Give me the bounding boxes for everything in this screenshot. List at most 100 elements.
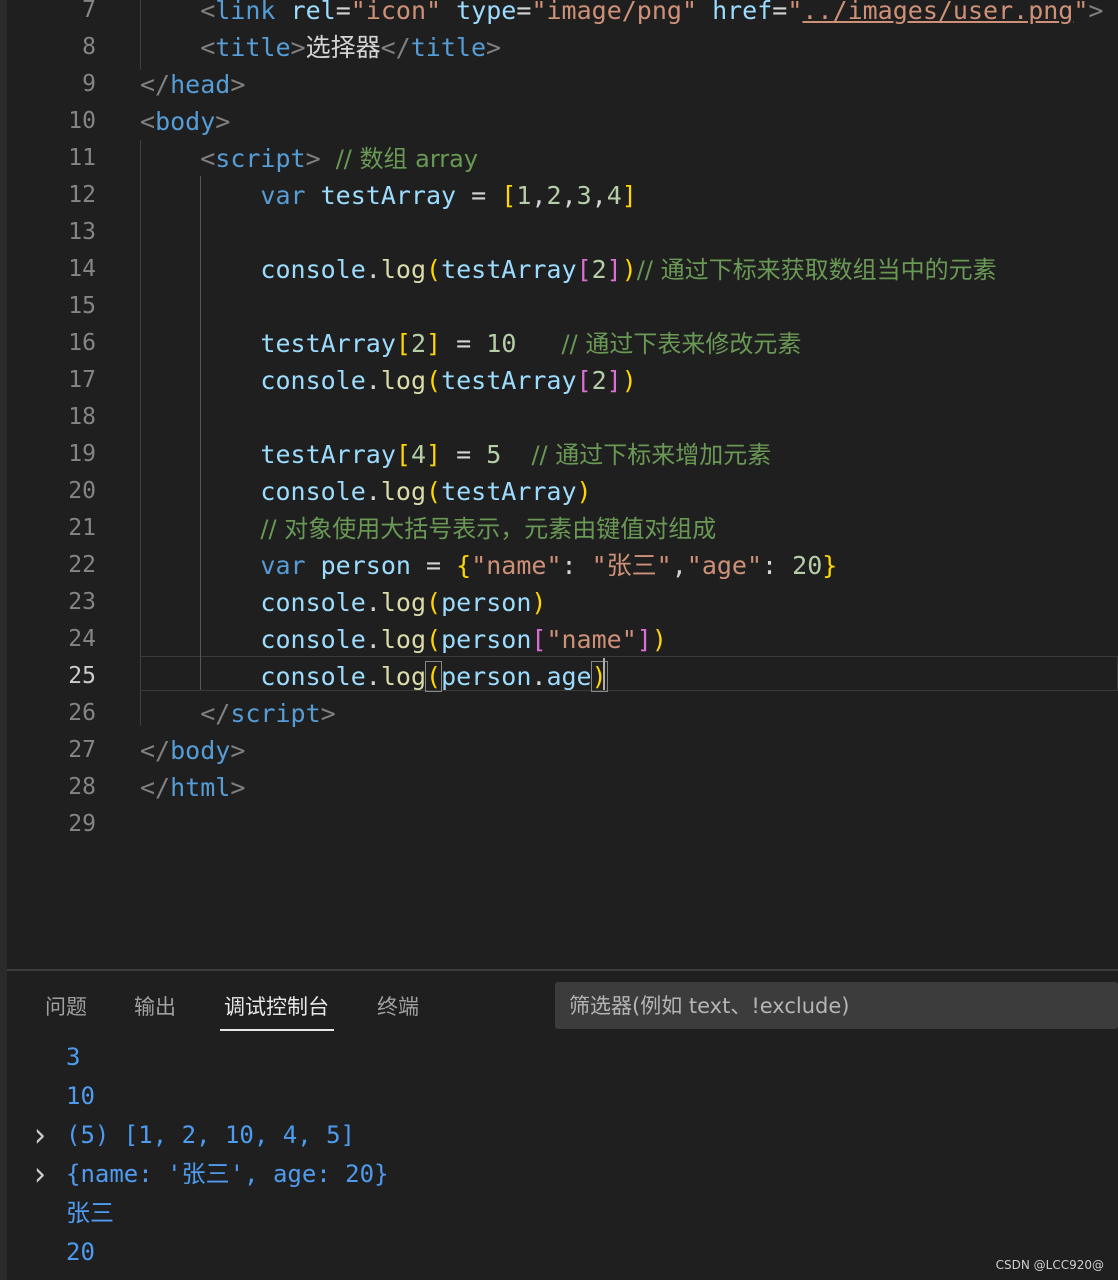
code-token: 2 xyxy=(591,255,607,284)
line-number: 26 xyxy=(68,700,96,726)
tab-problems[interactable]: 问题 xyxy=(45,991,87,1021)
code-token: person xyxy=(441,588,532,617)
code-token: console xyxy=(260,625,366,654)
code-line[interactable]: </script> xyxy=(140,695,335,732)
line-number: 18 xyxy=(68,404,96,430)
code-token: , xyxy=(561,181,577,210)
console-filter-input[interactable] xyxy=(555,982,1118,1029)
code-token: 4 xyxy=(410,440,427,469)
bottom-panel: 问题 输出 调试控制台 终端 3 10 › (5) [1, 2, 10, 4, 5] ›… xyxy=(7,971,1118,1280)
console-output-line[interactable]: {name: '张三', age: 20} xyxy=(66,1155,389,1194)
code-token: testArray xyxy=(260,440,396,469)
code-token: type xyxy=(456,0,517,25)
code-token: > xyxy=(230,773,246,802)
line-number: 23 xyxy=(68,589,96,615)
code-token: testArray xyxy=(441,366,577,395)
code-token: </ xyxy=(140,736,171,765)
code-token: // 通过下标来获取数组当中的元素 xyxy=(636,256,997,284)
expand-chevron-icon[interactable]: › xyxy=(34,1114,46,1157)
tab-output[interactable]: 输出 xyxy=(134,991,176,1021)
code-token: < xyxy=(200,33,216,62)
code-line[interactable]: console.log(testArray[2]) xyxy=(140,362,636,399)
code-token: 2 xyxy=(591,366,607,395)
expand-chevron-icon[interactable]: › xyxy=(34,1153,46,1196)
code-line[interactable]: // 对象使用大括号表示，元素由键值对组成 xyxy=(140,510,716,547)
code-line[interactable]: console.log(testArray[2])// 通过下标来获取数组当中的… xyxy=(140,251,997,288)
code-token: " xyxy=(1073,0,1089,25)
code-token: ] xyxy=(426,329,442,358)
code-token: ( xyxy=(426,588,442,617)
code-token: </ xyxy=(200,699,231,728)
code-line[interactable]: testArray[2] = 10 // 通过下表来修改元素 xyxy=(140,325,801,362)
code-token: , xyxy=(591,181,607,210)
code-token: script xyxy=(230,699,321,728)
code-token: head xyxy=(170,70,231,99)
code-token: > xyxy=(230,736,246,765)
code-line[interactable]: var testArray = [1,2,3,4] xyxy=(140,177,636,214)
code-token: ( xyxy=(426,366,442,395)
code-editor[interactable]: 7 8 9 10 11 12 13 14 15 16 17 18 19 20 21 22 23 24 25 26 27 2… xyxy=(7,0,1118,970)
code-line[interactable]: </body> xyxy=(140,732,245,769)
line-number: 9 xyxy=(82,71,96,97)
code-line[interactable]: testArray[4] = 5 // 通过下标来增加元素 xyxy=(140,436,771,473)
code-token: 2 xyxy=(546,181,562,210)
code-token: > xyxy=(305,144,321,173)
code-line[interactable]: <script> // 数组 array xyxy=(140,140,478,177)
code-token: } xyxy=(822,551,838,580)
line-number: 12 xyxy=(68,182,96,208)
code-token: person xyxy=(305,551,426,580)
code-token: console xyxy=(260,255,366,284)
line-number: 11 xyxy=(68,145,96,171)
code-token: testArray xyxy=(260,329,396,358)
code-token: , xyxy=(531,181,547,210)
code-token: title xyxy=(215,33,291,62)
tab-terminal[interactable]: 终端 xyxy=(377,991,419,1021)
code-token: var xyxy=(260,551,306,580)
code-token: testArray xyxy=(441,477,577,506)
line-number: 8 xyxy=(82,34,96,60)
code-token: log xyxy=(380,588,426,617)
code-token: " xyxy=(787,0,803,25)
code-line[interactable]: <body> xyxy=(140,103,230,140)
code-token: log xyxy=(380,477,426,506)
code-token: = xyxy=(772,0,788,25)
code-line[interactable]: </head> xyxy=(140,66,245,103)
code-token: 1 xyxy=(516,181,532,210)
code-token: { xyxy=(456,551,472,580)
code-token: 2 xyxy=(410,329,427,358)
code-token: // 对象使用大括号表示，元素由键值对组成 xyxy=(260,515,717,543)
code-line[interactable]: <title>选择器</title> xyxy=(140,29,501,66)
code-token: 4 xyxy=(606,181,622,210)
code-line[interactable]: console.log(person) xyxy=(140,584,546,621)
panel-tabs: 问题 输出 调试控制台 终端 xyxy=(7,971,1118,1041)
code-token: "age" xyxy=(686,551,763,580)
console-output-line: 3 xyxy=(66,1043,81,1071)
code-line[interactable]: console.log(person.age) xyxy=(140,658,608,695)
code-token: [ xyxy=(531,625,547,654)
code-token: [ xyxy=(576,255,592,284)
watermark: CSDN @LCC920@ xyxy=(995,1258,1104,1272)
text-cursor xyxy=(603,658,605,690)
code-token: . xyxy=(365,625,381,654)
code-token: 选择器 xyxy=(305,33,381,62)
tab-debug-console[interactable]: 调试控制台 xyxy=(224,991,329,1021)
code-line[interactable]: console.log(person["name"]) xyxy=(140,621,666,658)
code-line[interactable]: var person = {"name": "张三","age": 20} xyxy=(140,547,837,584)
code-line[interactable]: </html> xyxy=(140,769,245,806)
code-line[interactable]: console.log(testArray) xyxy=(140,473,591,510)
console-output-line[interactable]: (5) [1, 2, 10, 4, 5] xyxy=(66,1116,355,1155)
line-number: 28 xyxy=(68,774,96,800)
code-token: // 通过下标来增加元素 xyxy=(531,441,772,469)
code-line[interactable]: <link rel="icon" type="image/png" href="… xyxy=(140,0,1103,29)
code-token: 5 xyxy=(486,440,502,469)
code-token: 3 xyxy=(576,181,592,210)
code-token: "icon" xyxy=(350,0,442,25)
